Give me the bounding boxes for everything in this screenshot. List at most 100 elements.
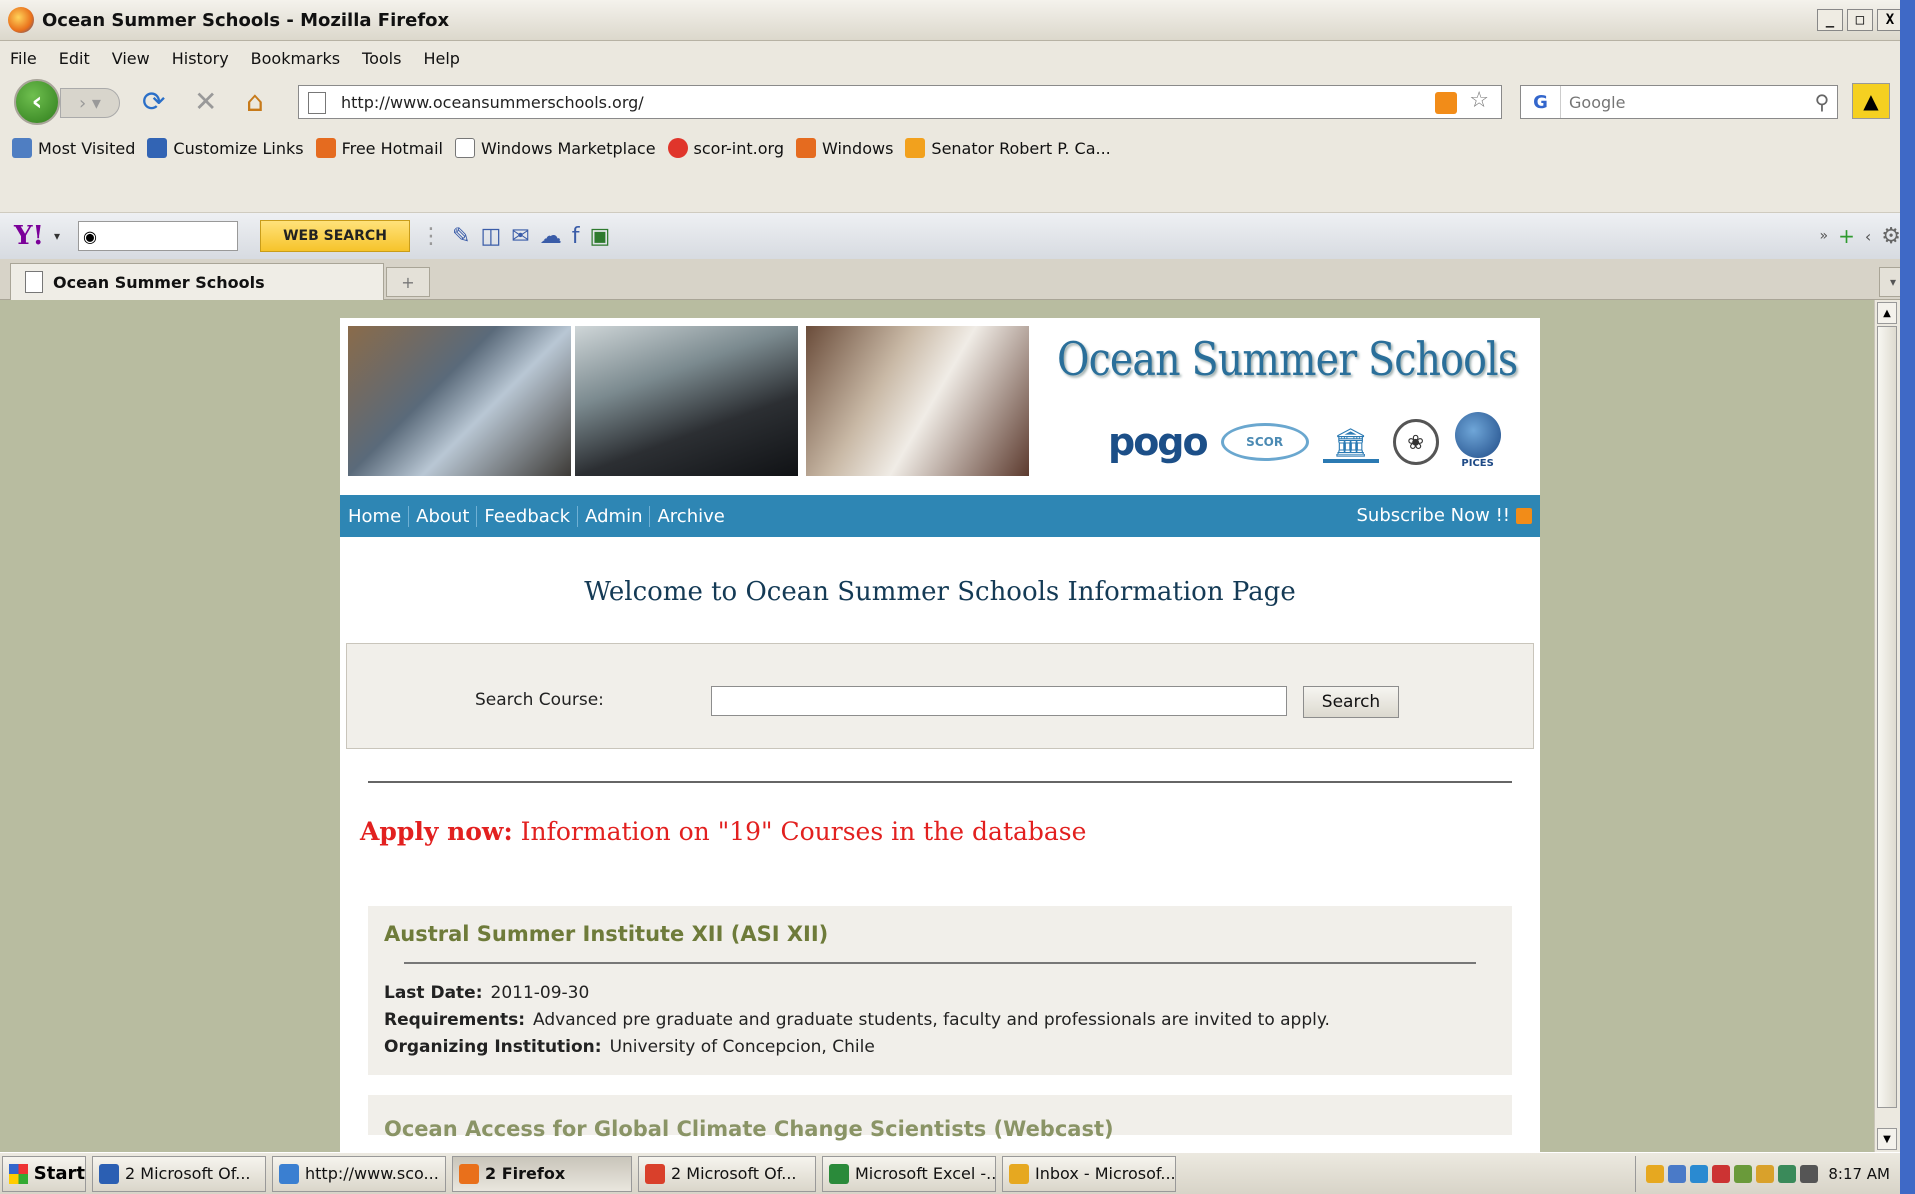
- bookmarks-icon[interactable]: ◫: [480, 224, 501, 249]
- taskbar-outlook[interactable]: Inbox - Microsof...: [1002, 1155, 1176, 1192]
- subscribe-link[interactable]: Subscribe Now !!: [1356, 505, 1532, 526]
- taskbar-office[interactable]: 2 Microsoft Of...: [638, 1155, 816, 1192]
- addon-button[interactable]: ▲: [1852, 83, 1890, 119]
- search-input[interactable]: [1561, 92, 1807, 112]
- bookmark-star-icon[interactable]: ☆: [1469, 88, 1489, 113]
- search-bar[interactable]: G ⚲: [1520, 85, 1838, 119]
- windows-flag-icon: [9, 1163, 28, 1184]
- menu-tools[interactable]: Tools: [362, 49, 401, 68]
- forward-button[interactable]: › ▾: [60, 88, 120, 118]
- scrollbar-thumb[interactable]: [1877, 326, 1897, 1108]
- back-button[interactable]: ‹: [14, 79, 60, 125]
- yahoo-logo-icon[interactable]: Y!: [14, 221, 44, 251]
- bookmark-free-hotmail[interactable]: Free Hotmail: [315, 138, 443, 158]
- taskbar-excel[interactable]: Microsoft Excel -...: [822, 1155, 996, 1192]
- course-card: Austral Summer Institute XII (ASI XII) L…: [368, 906, 1512, 1075]
- taskbar-firefox[interactable]: 2 Firefox: [452, 1155, 632, 1192]
- home-icon[interactable]: ⌂: [246, 85, 264, 118]
- course-search-input[interactable]: [711, 686, 1287, 716]
- window-controls: _ □ X: [1817, 9, 1903, 31]
- facebook-icon[interactable]: f: [572, 224, 580, 249]
- vertical-scrollbar[interactable]: ▲ ▼: [1874, 300, 1900, 1152]
- yahoo-search-input[interactable]: ◉: [78, 221, 239, 251]
- new-tab-button[interactable]: +: [386, 267, 430, 297]
- tray-wifi-icon[interactable]: [1778, 1164, 1797, 1183]
- weather-icon[interactable]: ☁: [540, 224, 562, 249]
- collapse-icon[interactable]: ‹: [1865, 227, 1871, 246]
- ie-icon: [279, 1163, 299, 1184]
- empty-toolbar: [0, 171, 1915, 213]
- tab-label: Ocean Summer Schools: [53, 272, 265, 292]
- nav-feedback[interactable]: Feedback: [476, 505, 577, 527]
- course-count-text: Information on "19" Courses in the datab…: [520, 817, 1087, 846]
- chevron-more-icon[interactable]: »: [1820, 228, 1829, 244]
- bookmark-senator[interactable]: Senator Robert P. Ca...: [905, 138, 1111, 158]
- mail-icon[interactable]: ✉: [511, 224, 529, 249]
- reload-icon[interactable]: ⟳: [142, 85, 165, 118]
- outlook-icon: [1009, 1163, 1029, 1184]
- search-button[interactable]: Search: [1303, 686, 1399, 718]
- url-bar[interactable]: http://www.oceansummerschools.org/ ☆: [298, 85, 1502, 119]
- maximize-button[interactable]: □: [1847, 9, 1873, 31]
- tray-security-icon[interactable]: [1712, 1164, 1731, 1183]
- toolbar-separator-icon: ⋮: [420, 223, 443, 249]
- settings-gear-icon[interactable]: ⚙: [1881, 224, 1901, 249]
- course-requirements: Requirements: Advanced pre graduate and g…: [384, 1010, 1330, 1030]
- pogo-logo: pogo: [1108, 420, 1209, 464]
- desktop-edge: [1900, 0, 1915, 1194]
- scroll-down-icon[interactable]: ▼: [1877, 1128, 1897, 1150]
- office-icon: [645, 1163, 665, 1184]
- nav-home[interactable]: Home: [348, 506, 408, 527]
- tray-app-icon[interactable]: [1646, 1164, 1665, 1183]
- nav-admin[interactable]: Admin: [577, 505, 649, 527]
- bookmark-windows-marketplace[interactable]: Windows Marketplace: [454, 138, 656, 158]
- page-icon: [25, 271, 43, 293]
- scor-icon: [667, 138, 688, 158]
- clock[interactable]: 8:17 AM: [1828, 1165, 1890, 1183]
- bookmark-scor[interactable]: scor-int.org: [667, 138, 784, 158]
- stop-icon[interactable]: ✕: [194, 85, 217, 118]
- course-institution: Organizing Institution: University of Con…: [384, 1037, 875, 1057]
- header-photo-classroom: [806, 326, 1029, 476]
- nav-about[interactable]: About: [408, 505, 476, 527]
- google-engine-icon[interactable]: G: [1521, 86, 1561, 118]
- search-magnifier-icon[interactable]: ⚲: [1807, 90, 1837, 114]
- web-search-button[interactable]: WEB SEARCH: [260, 220, 411, 252]
- tab-ocean-summer-schools[interactable]: Ocean Summer Schools: [10, 263, 384, 300]
- add-icon[interactable]: +: [1838, 224, 1855, 248]
- course-title[interactable]: Austral Summer Institute XII (ASI XII): [384, 922, 1496, 946]
- scor-logo: SCOR: [1220, 423, 1309, 461]
- menu-file[interactable]: File: [10, 49, 37, 68]
- bookmark-windows[interactable]: Windows: [795, 138, 893, 158]
- tray-network-icon[interactable]: [1668, 1164, 1687, 1183]
- tray-utility-icon[interactable]: [1756, 1164, 1775, 1183]
- window-titlebar: Ocean Summer Schools - Mozilla Firefox _…: [0, 0, 1915, 41]
- tray-bluetooth-icon[interactable]: [1690, 1164, 1709, 1183]
- menu-view[interactable]: View: [112, 49, 150, 68]
- site-navigation: Home About Feedback Admin Archive Subscr…: [340, 495, 1540, 537]
- minimize-button[interactable]: _: [1817, 9, 1843, 31]
- window-title: Ocean Summer Schools - Mozilla Firefox: [42, 9, 450, 31]
- course-card-partial[interactable]: Ocean Access for Global Climate Change S…: [368, 1095, 1512, 1141]
- nav-archive[interactable]: Archive: [649, 505, 731, 527]
- yahoo-search-icon: ◉: [83, 226, 97, 246]
- start-button[interactable]: Start: [2, 1155, 86, 1192]
- menu-bookmarks[interactable]: Bookmarks: [251, 49, 340, 68]
- tray-update-icon[interactable]: [1734, 1164, 1753, 1183]
- pencil-icon[interactable]: ✎: [452, 224, 470, 249]
- menu-history[interactable]: History: [172, 49, 229, 68]
- windows-icon: [795, 138, 816, 158]
- scroll-up-icon[interactable]: ▲: [1877, 302, 1897, 324]
- menu-edit[interactable]: Edit: [59, 49, 90, 68]
- notes-icon[interactable]: ▣: [589, 224, 610, 249]
- taskbar-ie[interactable]: http://www.sco...: [272, 1155, 446, 1192]
- rss-feed-icon[interactable]: [1435, 92, 1457, 114]
- firefox-logo-icon: [8, 7, 34, 33]
- menu-help[interactable]: Help: [423, 49, 459, 68]
- yahoo-menu-arrow-icon[interactable]: ▾: [54, 229, 60, 243]
- tray-volume-icon[interactable]: [1800, 1164, 1819, 1183]
- url-text[interactable]: http://www.oceansummerschools.org/: [341, 93, 644, 112]
- bookmark-customize-links[interactable]: Customize Links: [147, 138, 304, 158]
- taskbar-word[interactable]: 2 Microsoft Of...: [92, 1155, 266, 1192]
- bookmark-most-visited[interactable]: Most Visited: [12, 138, 135, 158]
